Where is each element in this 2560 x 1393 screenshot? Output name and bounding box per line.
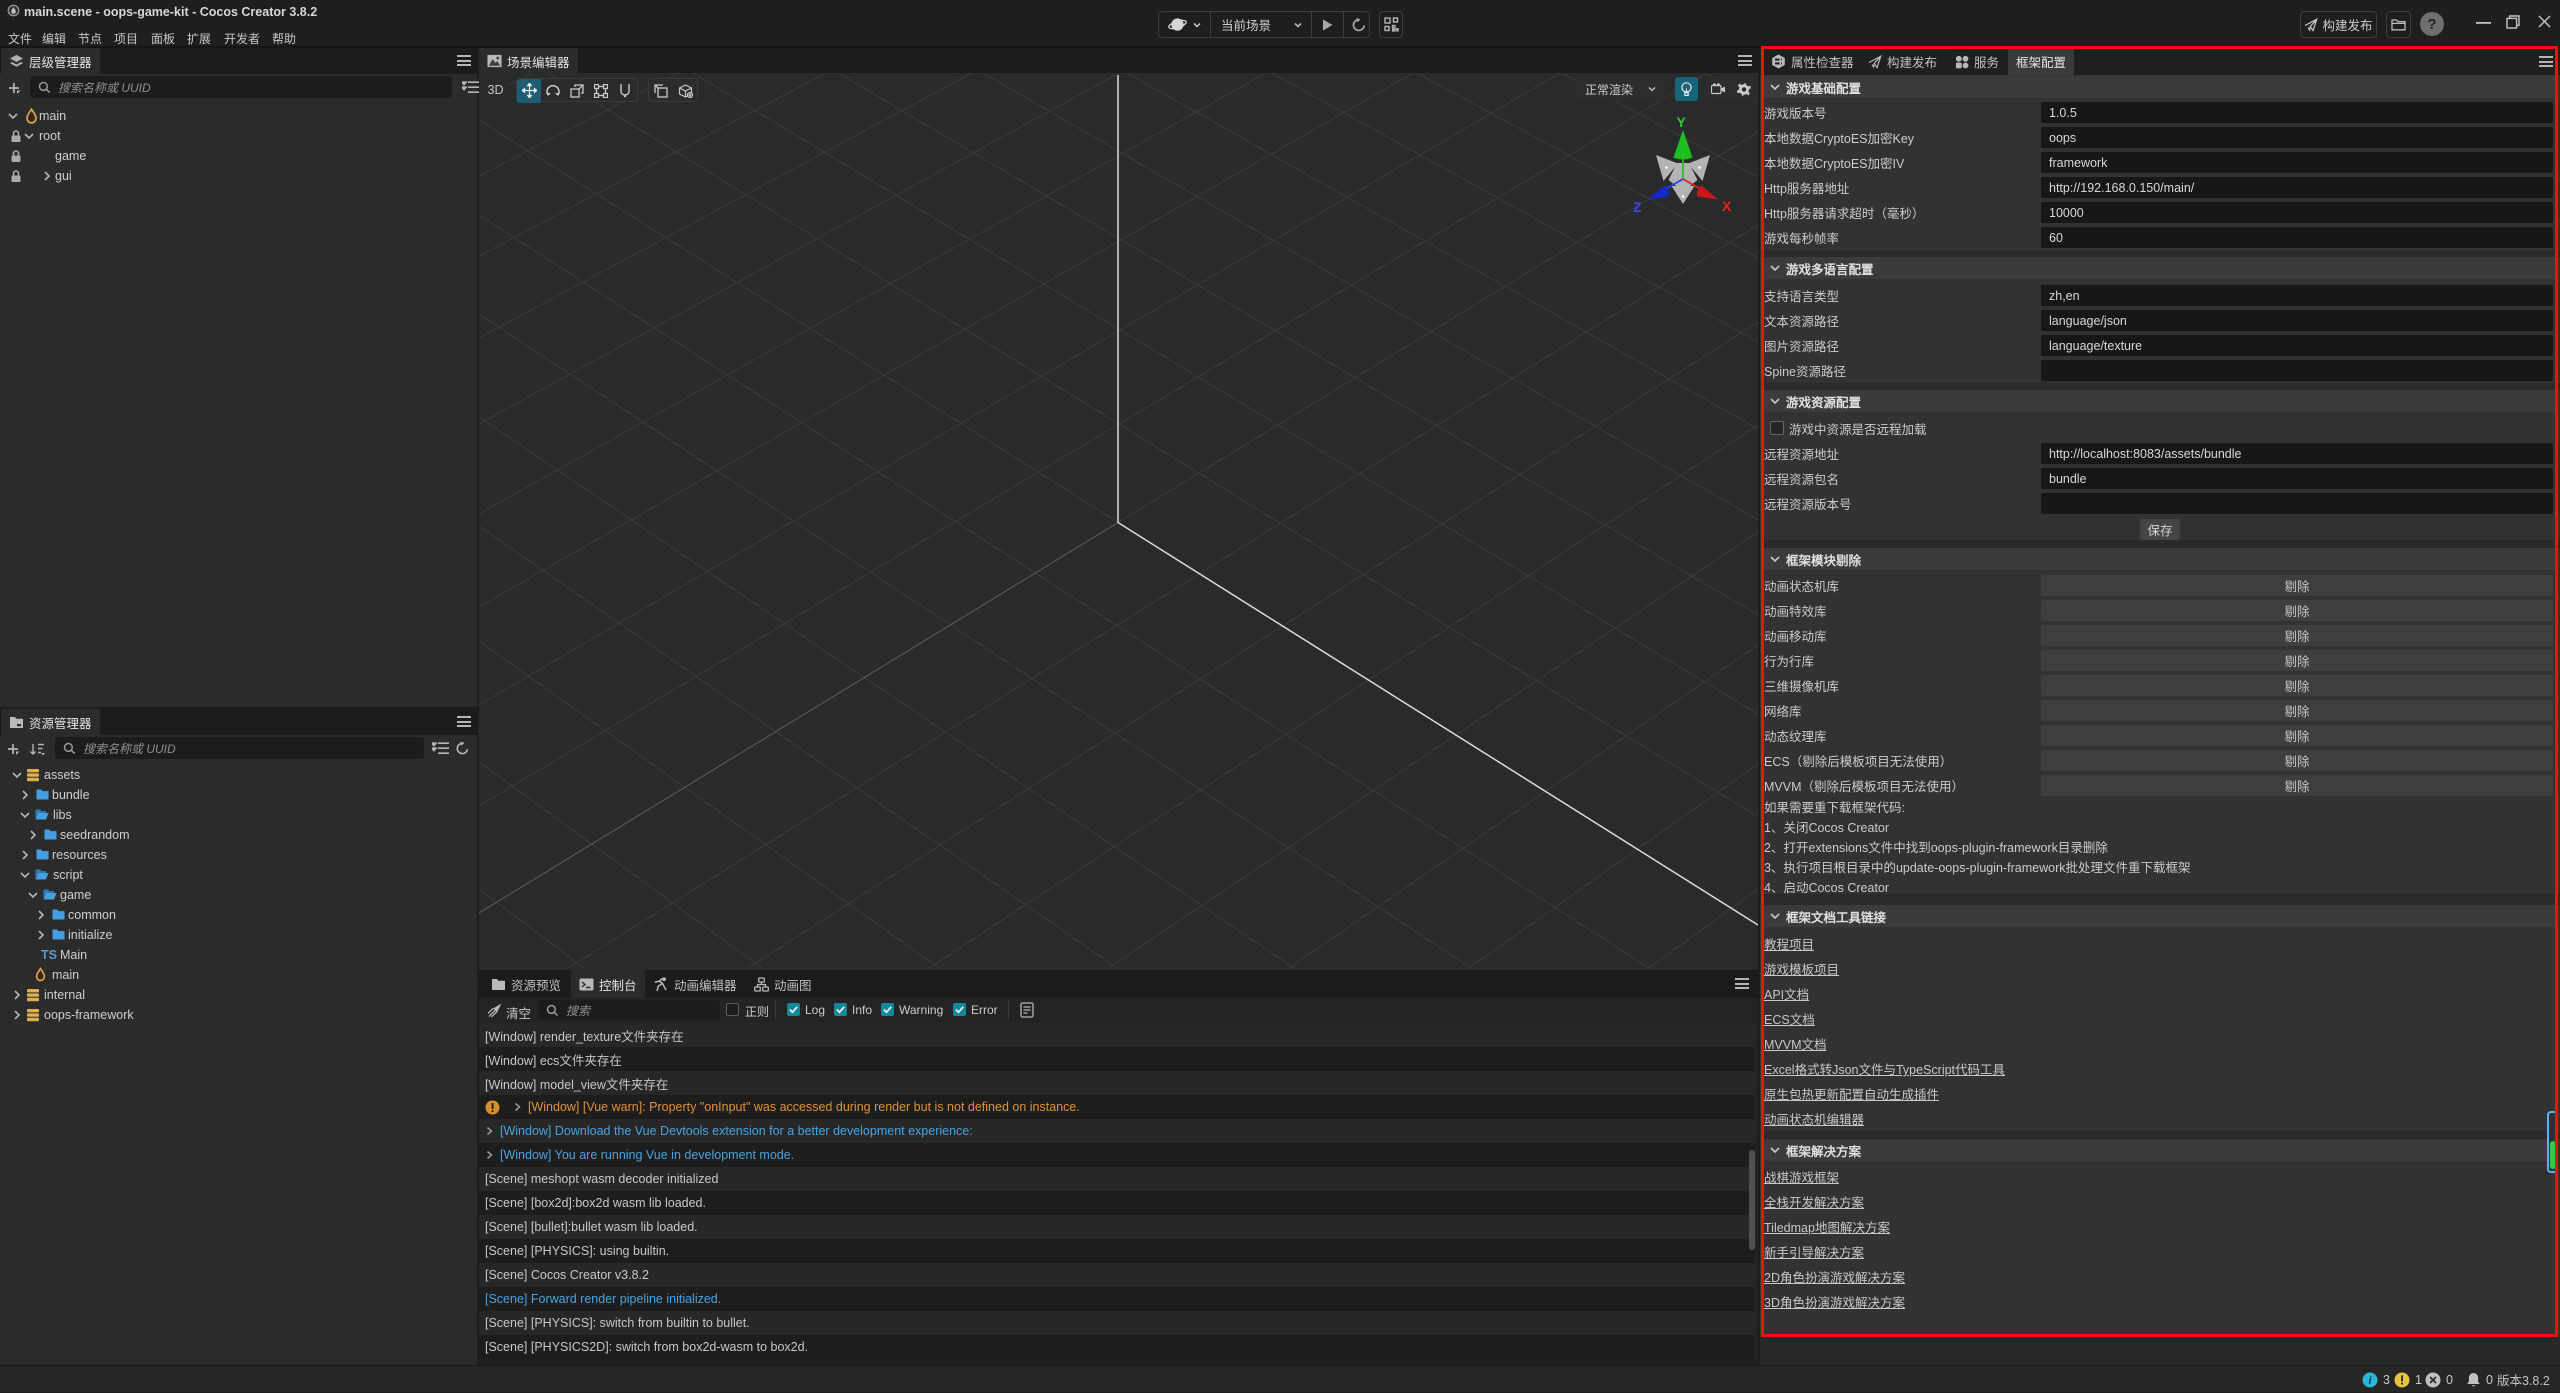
svg-text:X: X bbox=[1722, 198, 1732, 214]
svg-text:Y: Y bbox=[1677, 114, 1687, 130]
svg-text:Z: Z bbox=[1633, 199, 1642, 215]
